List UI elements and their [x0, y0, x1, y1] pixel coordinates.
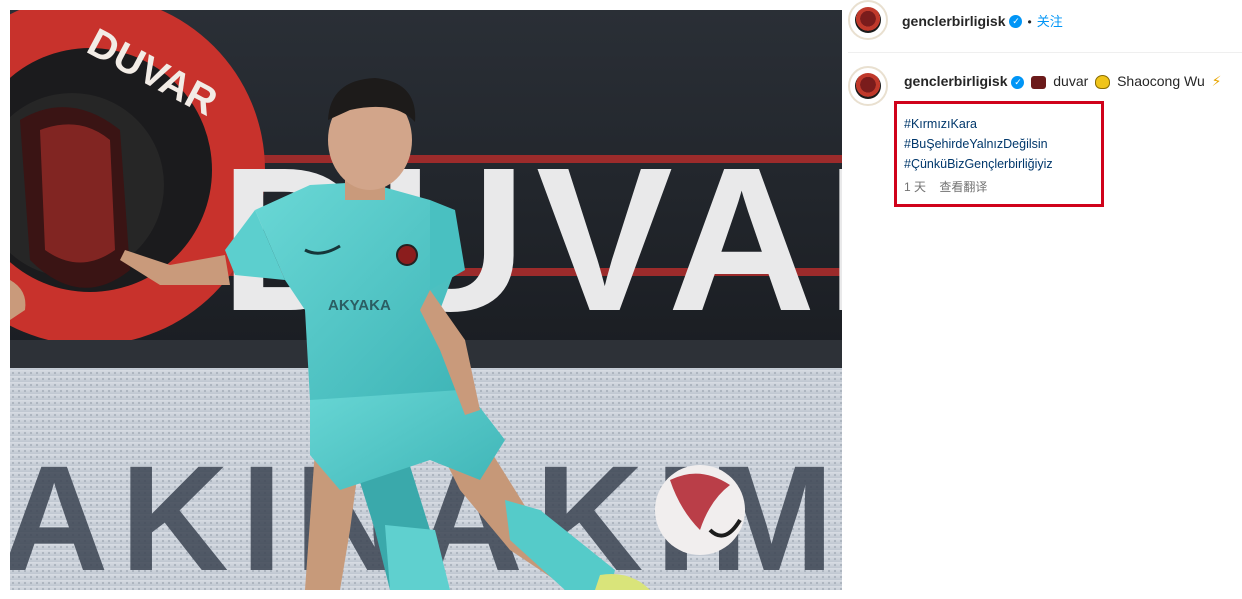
jersey-sponsor: AKYAKA [328, 297, 391, 314]
caption-line: genclerbirligisk ✓ duvar Shaocong Wu ⚡ [904, 73, 1222, 90]
follow-button[interactable]: 关注 [1037, 14, 1063, 29]
graduation-cap-emoji-icon [1031, 75, 1047, 89]
caption-mention-duvar: duvar [1053, 73, 1089, 89]
hashtag-list: #KırmızıKara #BuŞehirdeYalnızDeğilsin #Ç… [904, 114, 1053, 174]
post-side-panel: genclerbirligisk ✓ • 关注 genclerbirligisk ✓ d… [842, 0, 1242, 599]
yellow-heart-emoji-icon [1095, 75, 1111, 90]
football [655, 465, 745, 555]
hashtag-link[interactable]: #BuŞehirdeYalnızDeğilsin [904, 134, 1053, 154]
club-logo-icon [855, 7, 881, 33]
club-crest [396, 244, 418, 266]
post-header: genclerbirligisk ✓ • 关注 [902, 11, 1063, 31]
separator-dot: • [1027, 15, 1032, 29]
hashtag-link[interactable]: #KırmızıKara [904, 114, 1053, 134]
see-translation-link[interactable]: 查看翻译 [939, 180, 987, 194]
football-player-photo: DUVAR DUVAR AKINAKIM [10, 10, 842, 590]
caption-username[interactable]: genclerbirligisk [904, 73, 1007, 89]
post-time: 1 天 [904, 180, 927, 194]
profile-avatar[interactable] [848, 0, 888, 40]
verified-badge-icon: ✓ [1011, 75, 1025, 89]
post-meta: 1 天 查看翻译 [904, 178, 987, 195]
club-logo-icon [855, 73, 881, 99]
lightning-emoji-icon: ⚡ [1211, 73, 1222, 89]
header-username[interactable]: genclerbirligisk [902, 13, 1005, 29]
caption-avatar[interactable] [848, 66, 888, 106]
caption-mention-player: Shaocong Wu [1117, 73, 1205, 89]
verified-badge-icon: ✓ [1009, 15, 1023, 29]
hashtag-link[interactable]: #ÇünküBizGençlerbirliğiyiz [904, 154, 1053, 174]
header-divider [848, 52, 1242, 53]
post-photo: DUVAR DUVAR AKINAKIM [10, 10, 842, 590]
